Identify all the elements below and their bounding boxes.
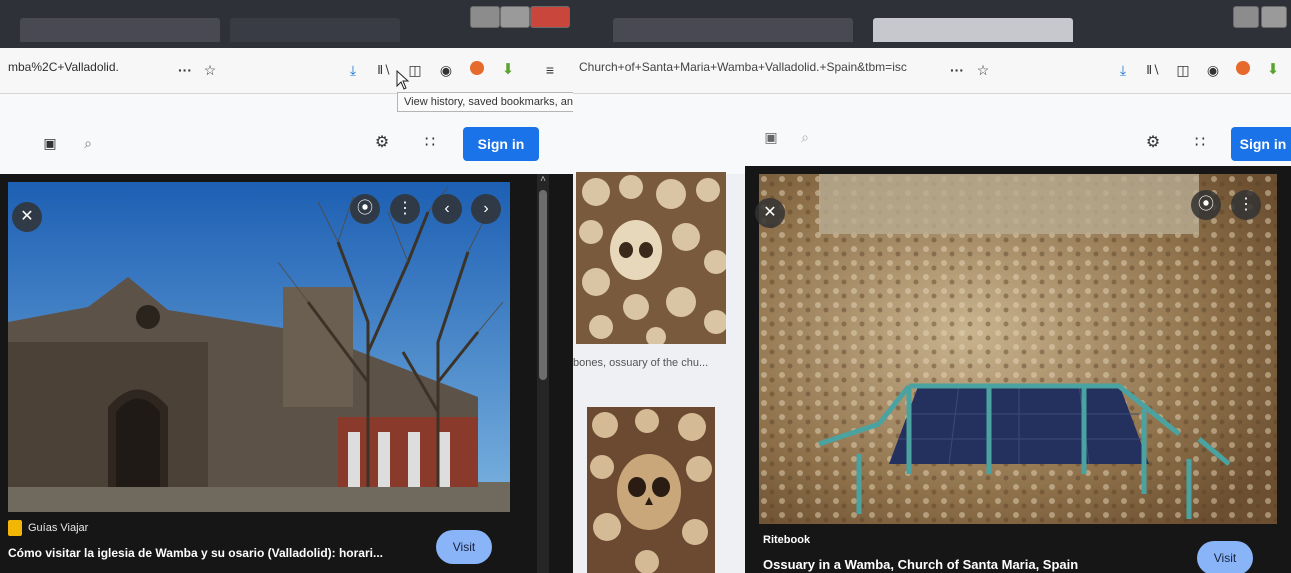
close-preview-button[interactable]: ✕ xyxy=(12,202,42,232)
addon-shield-icon[interactable] xyxy=(467,60,487,80)
right-page-actions-icon[interactable]: ··· xyxy=(947,60,967,80)
menu-icon[interactable]: ≡ xyxy=(540,60,560,80)
right-apps-grid-icon[interactable]: ∷ xyxy=(1190,133,1210,153)
lens-search-icon[interactable]: ⦿ xyxy=(350,194,380,224)
right-tab[interactable] xyxy=(613,18,853,42)
addon-download-icon[interactable]: ⬇ xyxy=(498,60,518,80)
right-close-preview-button[interactable]: ✕ xyxy=(755,198,785,228)
apps-grid-icon[interactable]: ∷ xyxy=(420,133,440,153)
right-addon-download-icon[interactable]: ⬇ xyxy=(1263,60,1283,80)
download-icon[interactable]: ⤓ xyxy=(343,60,363,80)
right-maximize-button[interactable] xyxy=(1261,6,1287,28)
right-account-icon[interactable]: ◉ xyxy=(1203,60,1223,80)
thumbnail-caption[interactable]: bones, ossuary of the chu... xyxy=(573,357,733,369)
window-close-button[interactable] xyxy=(530,6,570,28)
right-browser-window: Church+of+Santa+Maria+Wamba+Valladolid.+… xyxy=(573,0,1291,573)
right-sign-in-button[interactable]: Sign in xyxy=(1231,127,1291,161)
right-image-preview-panel: ✕ ⦿ ⋮ Ritebook Ossuary in a Wamba, Churc… xyxy=(745,166,1291,573)
right-image-source[interactable]: Ritebook xyxy=(763,534,810,546)
right-settings-icon[interactable]: ⚙ xyxy=(1143,133,1163,153)
right-addon-shield-icon[interactable] xyxy=(1233,60,1253,80)
sign-in-button[interactable]: Sign in xyxy=(463,127,539,161)
right-address-bar-url[interactable]: Church+of+Santa+Maria+Wamba+Valladolid.+… xyxy=(579,60,909,74)
right-nav-bar: Church+of+Santa+Maria+Wamba+Valladolid.+… xyxy=(573,48,1291,94)
mouse-cursor-icon xyxy=(396,70,410,90)
right-visit-button[interactable]: Visit xyxy=(1197,541,1253,573)
right-sidebar-icon[interactable]: ◫ xyxy=(1173,60,1193,80)
more-options-icon[interactable]: ⋮ xyxy=(390,194,420,224)
left-tab-bar xyxy=(0,0,573,48)
right-bookmark-star-icon[interactable]: ☆ xyxy=(973,60,993,80)
left-tab-2[interactable] xyxy=(230,18,400,42)
scroll-up-arrow[interactable]: ˄ xyxy=(537,174,549,188)
left-nav-bar: mba%2C+Valladolid. ··· ☆ ⤓ Ⅱ∖ ◫ ◉ ⬇ ≡ xyxy=(0,48,573,94)
address-bar-url[interactable]: mba%2C+Valladolid. xyxy=(8,60,158,74)
search-icon[interactable]: ⌕ xyxy=(78,133,98,153)
image-source[interactable]: Guías Viajar xyxy=(28,522,88,534)
scrollbar-track[interactable] xyxy=(537,174,549,573)
right-search-header xyxy=(573,94,1291,174)
image-title[interactable]: Cómo visitar la iglesia de Wamba y su os… xyxy=(8,546,428,560)
right-image-title[interactable]: Ossuary in a Wamba, Church of Santa Mari… xyxy=(763,557,1078,572)
page-actions-icon[interactable]: ··· xyxy=(175,60,195,80)
visit-button[interactable]: Visit xyxy=(436,530,492,564)
bookmark-star-icon[interactable]: ☆ xyxy=(200,60,220,80)
source-favicon-icon xyxy=(8,520,22,536)
right-tab-bar xyxy=(573,0,1291,48)
account-icon[interactable]: ◉ xyxy=(436,60,456,80)
previous-image-button[interactable]: ‹ xyxy=(432,194,462,224)
right-more-options-icon[interactable]: ⋮ xyxy=(1231,190,1261,220)
scrollbar-thumb[interactable] xyxy=(539,190,547,380)
skull-thumbnail-1[interactable] xyxy=(576,172,726,344)
right-minimize-button[interactable] xyxy=(1233,6,1259,28)
next-image-button[interactable]: › xyxy=(471,194,501,224)
left-image-preview-panel: ✕ ⦿ ⋮ ‹ › ˄ Guías Viajar Cómo visitar la… xyxy=(0,174,573,573)
ossuary-preview-image[interactable] xyxy=(759,174,1277,524)
maximize-button[interactable] xyxy=(500,6,530,28)
skull-thumbnail-2[interactable] xyxy=(587,407,715,573)
minimize-button[interactable] xyxy=(470,6,500,28)
right-search-icon[interactable]: ⌕ xyxy=(795,127,815,147)
library-icon[interactable]: Ⅱ∖ xyxy=(374,60,394,80)
settings-icon[interactable]: ⚙ xyxy=(372,133,392,153)
church-preview-image[interactable] xyxy=(8,182,510,512)
right-download-icon[interactable]: ⤓ xyxy=(1113,60,1133,80)
left-tab[interactable] xyxy=(20,18,220,42)
right-lens-search-icon[interactable]: ⦿ xyxy=(1191,190,1221,220)
camera-icon[interactable]: ▣ xyxy=(40,133,60,153)
left-browser-window: mba%2C+Valladolid. ··· ☆ ⤓ Ⅱ∖ ◫ ◉ ⬇ ≡ Vi… xyxy=(0,0,573,573)
library-tooltip: View history, saved bookmarks, and more xyxy=(397,92,573,112)
right-active-tab[interactable] xyxy=(873,18,1073,42)
right-library-icon[interactable]: Ⅱ∖ xyxy=(1143,60,1163,80)
right-camera-icon[interactable]: ▣ xyxy=(761,127,781,147)
